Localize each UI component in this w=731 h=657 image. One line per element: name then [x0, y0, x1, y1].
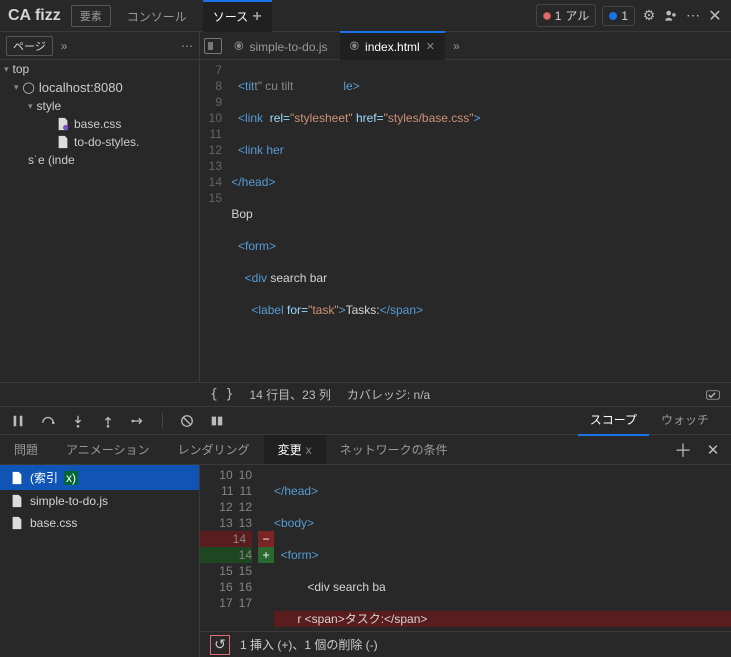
css-file-icon	[56, 135, 70, 149]
close-tab-icon[interactable]: ✕	[426, 40, 435, 53]
issues-info[interactable]: 1	[602, 6, 635, 26]
toggle-navigator-icon[interactable]	[204, 38, 222, 54]
file-icon	[10, 494, 24, 508]
diff-removed-marker: −	[258, 531, 274, 547]
diff-gutter: 1010 1111 1212 1313 14 14 1515 1616 1717	[200, 465, 258, 631]
changed-files-list: (索引x) simple-to-do.js base.css	[0, 465, 200, 657]
cursor-position: 14 行目、23 列	[249, 386, 330, 403]
file-icon	[10, 471, 24, 485]
watch-tab[interactable]: ウォッチ	[649, 405, 721, 436]
changed-file-index[interactable]: (索引x)	[0, 465, 199, 490]
file-tree: ▾top ▾◯ localhost:8080 ▾style base.css t…	[0, 60, 200, 382]
info-dot-icon	[609, 12, 617, 20]
navigator-head: ページ » ⋯	[0, 32, 200, 59]
drawer-tabs: 問題 アニメーション レンダリング 変更x ネットワークの条件 ＋ ✕	[0, 435, 731, 465]
changes-panel: (索引x) simple-to-do.js base.css 1010 1111…	[0, 465, 731, 657]
pause-exceptions-icon[interactable]	[209, 413, 225, 429]
diff-code[interactable]: </head> <body> <form> <div search ba r <…	[274, 465, 731, 631]
tab-sources[interactable]: ソース +	[203, 0, 272, 32]
diff-view: 1010 1111 1212 1313 14 14 1515 1616 1717…	[200, 465, 731, 657]
close-icon[interactable]: ✕	[707, 8, 723, 24]
tree-file-basecss[interactable]: base.css	[0, 115, 199, 133]
revert-icon[interactable]: ↺	[210, 635, 230, 655]
changes-summary: 1 挿入 (+)、1 個の削除 (-)	[240, 636, 378, 653]
close-drawer-tab-icon[interactable]: x	[306, 443, 312, 457]
format-icon[interactable]: { }	[210, 387, 233, 402]
drawer-changes[interactable]: 変更x	[264, 435, 326, 464]
tree-top[interactable]: ▾top	[0, 60, 199, 78]
diff-added-marker: +	[258, 547, 274, 563]
middle-pane: ▾top ▾◯ localhost:8080 ▾style base.css t…	[0, 60, 731, 383]
tab-elements[interactable]: 要素	[71, 5, 111, 27]
drawer-network-conditions[interactable]: ネットワークの条件	[326, 435, 462, 464]
drawer-issues[interactable]: 問題	[0, 435, 52, 464]
pause-icon[interactable]	[10, 413, 26, 429]
coverage-status[interactable]: カバレッジ: n/a	[347, 386, 430, 403]
tab-console[interactable]: コンソール	[117, 0, 197, 31]
css-file-icon	[56, 117, 70, 131]
diff-markers: − +	[258, 465, 274, 631]
more-icon[interactable]: ⋯	[685, 8, 701, 24]
scope-tab[interactable]: スコープ	[578, 405, 649, 436]
changes-statusbar: ↺ 1 挿入 (+)、1 個の削除 (-)	[200, 631, 731, 657]
file-icon	[10, 516, 24, 530]
navigator-overflow-icon[interactable]: »	[61, 39, 68, 53]
error-dot-icon	[543, 12, 551, 20]
top-tabbar: CA fizz 要素 コンソール ソース + 1 アル 1 ⚙ ⋯ ✕	[0, 0, 731, 32]
drawer-rendering[interactable]: レンダリング	[164, 435, 264, 464]
tabs-overflow-icon[interactable]: »	[453, 39, 460, 53]
add-drawer-tab-icon[interactable]: ＋	[675, 442, 691, 458]
issues-errors[interactable]: 1 アル	[536, 4, 597, 27]
source-editor[interactable]: 789101112131415 <titt" cu tilt le> <link…	[200, 60, 731, 382]
js-file-icon: 🞊	[234, 39, 244, 54]
editor-statusbar: { } 14 行目、23 列 カバレッジ: n/a	[0, 383, 731, 407]
debugger-toolbar: スコープ ウォッチ	[0, 407, 731, 435]
code-body[interactable]: <titt" cu tilt le> <link rel="stylesheet…	[228, 60, 731, 382]
step-over-icon[interactable]	[40, 413, 56, 429]
tree-style-folder[interactable]: ▾style	[0, 97, 199, 115]
step-out-icon[interactable]	[100, 413, 116, 429]
settings-icon[interactable]: ⚙	[641, 8, 657, 24]
drawer-animation[interactable]: アニメーション	[52, 435, 164, 464]
secondary-bar: ページ » ⋯ 🞊simple-to-do.js 🞊index.html✕ »	[0, 32, 731, 60]
breakpoints-icon[interactable]	[179, 413, 195, 429]
file-tab-2[interactable]: 🞊index.html✕	[340, 31, 445, 60]
line-gutter: 789101112131415	[200, 60, 228, 382]
changed-file-js[interactable]: simple-to-do.js	[0, 490, 199, 512]
step-into-icon[interactable]	[70, 413, 86, 429]
tree-file-todostyles[interactable]: to-do-styles.	[0, 133, 199, 151]
brand: CA fizz	[8, 7, 61, 25]
account-icon[interactable]	[663, 8, 679, 24]
html-file-icon: 🞊	[350, 39, 360, 54]
changed-file-css[interactable]: base.css	[0, 512, 199, 534]
page-tab[interactable]: ページ	[6, 36, 53, 56]
coverage-toggle-icon[interactable]	[705, 387, 721, 403]
step-icon[interactable]	[130, 413, 146, 429]
tree-collapsed[interactable]: s˙e (inde	[0, 151, 199, 169]
close-drawer-icon[interactable]: ✕	[705, 442, 721, 458]
tree-host[interactable]: ▾◯ localhost:8080	[0, 78, 199, 97]
file-tab-1[interactable]: 🞊simple-to-do.js	[224, 31, 338, 60]
navigator-menu-icon[interactable]: ⋯	[181, 39, 193, 53]
editor-tabs: 🞊simple-to-do.js 🞊index.html✕ »	[200, 32, 731, 59]
